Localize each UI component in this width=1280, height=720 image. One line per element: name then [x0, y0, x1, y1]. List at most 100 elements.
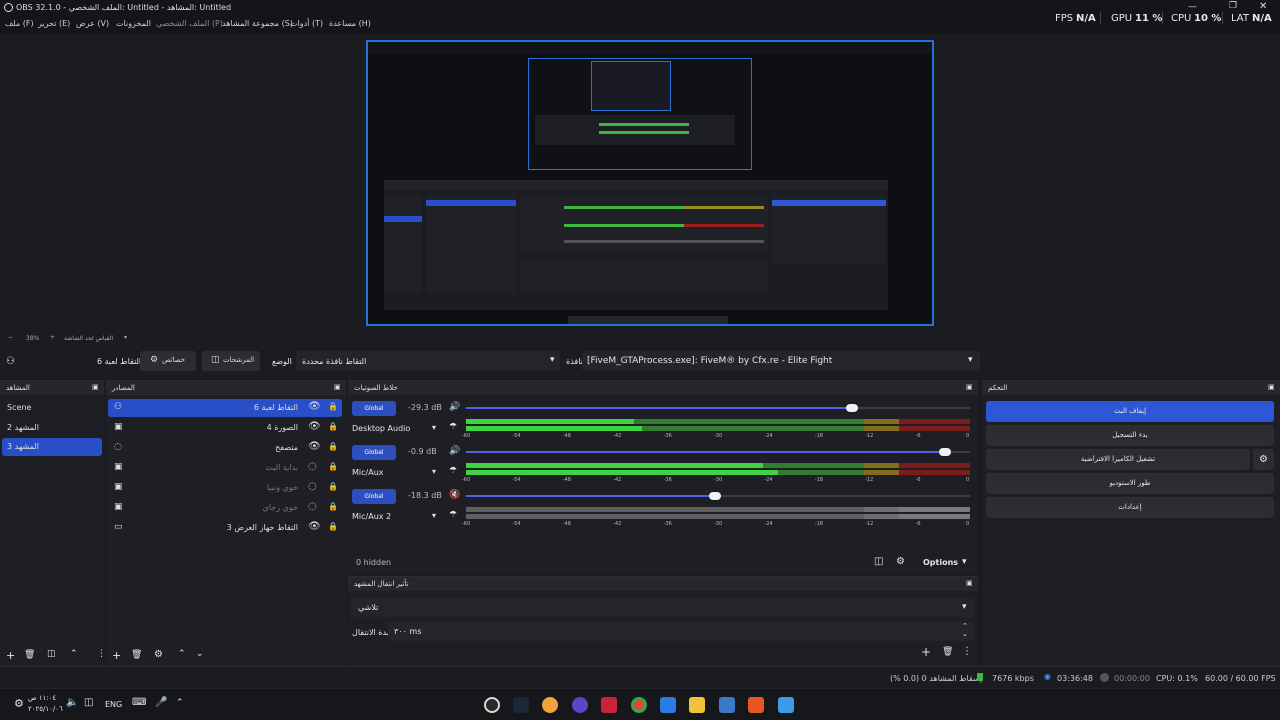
spin-down-icon[interactable]: ⌄ — [962, 630, 968, 638]
more-icon[interactable]: ⋮ — [962, 646, 972, 657]
source-item[interactable]: ◌ متصفح 👁 🔒 — [108, 439, 342, 457]
studio-mode-button[interactable]: طور الاستوديو — [986, 473, 1274, 494]
transition-select[interactable]: تلاشي ▾ — [350, 598, 974, 617]
preview-canvas[interactable] — [366, 40, 934, 326]
trash-icon[interactable]: 🗑 — [942, 647, 953, 657]
headphones-icon[interactable]: ☂ — [449, 466, 457, 476]
move-up-icon[interactable]: ⌃ — [178, 649, 186, 659]
menu-file[interactable]: ملف (F) — [5, 19, 34, 28]
eye-icon[interactable]: 👁 — [308, 441, 321, 452]
zoom-dropdown-icon[interactable]: ▾ — [124, 334, 127, 341]
gear-icon[interactable]: ⚙ — [1253, 449, 1274, 470]
lock-icon[interactable]: 🔒 — [328, 502, 338, 511]
add-icon[interactable]: + — [112, 649, 121, 662]
headphones-icon[interactable]: ☂ — [449, 422, 457, 432]
twitter-app-icon[interactable] — [601, 697, 617, 713]
settings-tray-icon[interactable]: ⚙ — [14, 697, 24, 710]
menu-profile[interactable]: الملف الشخصي (P) — [156, 19, 223, 28]
maximize-icon[interactable]: ❐ — [1229, 1, 1237, 11]
source-item[interactable]: ▭ التقاط جهاز العرض 3 👁 🔒 — [108, 519, 342, 537]
lock-icon[interactable]: 🔒 — [328, 422, 338, 431]
mode-select[interactable]: التقاط نافذة محددة ▾ — [296, 351, 560, 371]
source-item[interactable]: ▣ خوي رجاي ◌ 🔒 — [108, 499, 342, 517]
undock-icon[interactable]: ▣ — [334, 383, 341, 391]
menu-scene-collection[interactable]: مجموعة المشاهد (S) — [222, 19, 293, 28]
menu-view[interactable]: عرض (V) — [76, 19, 109, 28]
volume-slider-knob[interactable] — [846, 404, 859, 412]
layout-icon[interactable]: ◫ — [874, 556, 883, 567]
muted-speaker-icon[interactable]: 🔇 — [449, 490, 460, 500]
close-icon[interactable]: ✕ — [1259, 1, 1267, 12]
options-button[interactable]: Options — [923, 558, 958, 567]
speaker-icon[interactable]: 🔊 — [449, 402, 460, 412]
add-icon[interactable]: + — [6, 649, 15, 662]
language-indicator[interactable]: ENG — [105, 700, 122, 709]
menu-docks[interactable]: المخزونات — [116, 19, 151, 28]
lock-icon[interactable]: 🔒 — [328, 482, 338, 491]
scene-item[interactable]: Scene — [2, 399, 102, 417]
steam-app-icon[interactable] — [513, 697, 529, 713]
global-button[interactable]: Global — [352, 445, 396, 460]
volume-slider-knob[interactable] — [939, 448, 952, 456]
menu-tools[interactable]: أدوات (T) — [290, 19, 323, 28]
lock-icon[interactable]: 🔒 — [328, 442, 338, 451]
trash-icon[interactable]: 🗑 — [131, 650, 142, 660]
source-item[interactable]: ▣ الصورة 4 👁 🔒 — [108, 419, 342, 437]
lock-icon[interactable]: 🔒 — [328, 462, 338, 471]
source-item-selected[interactable]: ⚇ التقاط لعبة 6 👁 🔒 — [108, 399, 342, 417]
brave-app-icon[interactable] — [748, 697, 764, 713]
start-recording-button[interactable]: بدء التسجيل — [986, 425, 1274, 446]
lock-icon[interactable]: 🔒 — [328, 402, 338, 411]
menu-edit[interactable]: تحرير (E) — [38, 19, 70, 28]
scene-item-selected[interactable]: المشهد 3 — [2, 438, 102, 456]
move-up-icon[interactable]: ⌃ — [70, 649, 78, 659]
hidden-eye-icon[interactable]: ◌ — [308, 481, 317, 492]
minimize-icon[interactable]: — — [1188, 2, 1197, 12]
tray-expand-icon[interactable]: ⌃ — [176, 698, 184, 708]
source-item[interactable]: ▣ خوي ونبيا ◌ 🔒 — [108, 479, 342, 497]
eye-icon[interactable]: 👁 — [308, 401, 321, 412]
volume-icon[interactable]: 🔈 — [66, 697, 78, 708]
window-select[interactable]: [FiveM_GTAProcess.exe]: FiveM® by Cfx.re… — [582, 351, 980, 371]
chevron-down-icon[interactable]: ▾ — [432, 467, 436, 476]
settings-button[interactable]: إعدادات — [986, 497, 1274, 518]
chevron-down-icon[interactable]: ▾ — [432, 423, 436, 432]
add-icon[interactable]: + — [921, 645, 931, 659]
undock-icon[interactable]: ▣ — [966, 579, 973, 587]
gear-icon[interactable]: ⚙ — [154, 649, 163, 660]
chrome-app-icon[interactable] — [631, 697, 647, 713]
hidden-eye-icon[interactable]: ◌ — [308, 461, 317, 472]
lock-icon[interactable]: 🔒 — [328, 522, 338, 531]
filters-button[interactable]: ◫ المرشحات — [202, 351, 260, 371]
hidden-eye-icon[interactable]: ◌ — [308, 501, 317, 512]
filter-icon[interactable]: ◫ — [47, 649, 56, 659]
obs-app-icon[interactable] — [484, 697, 500, 713]
settings-icon[interactable]: ⚙ — [896, 556, 905, 567]
more-icon[interactable]: ⋮ — [97, 649, 106, 659]
explorer-app-icon[interactable] — [689, 697, 705, 713]
chat-app-icon[interactable] — [572, 697, 588, 713]
fivem-app-icon[interactable] — [542, 697, 558, 713]
zoom-in-icon[interactable]: + — [50, 334, 55, 341]
global-button[interactable]: Global — [352, 401, 396, 416]
zoom-out-icon[interactable]: − — [8, 334, 13, 341]
move-down-icon[interactable]: ⌄ — [196, 649, 204, 659]
headphones-icon[interactable]: ☂ — [449, 510, 457, 520]
scene-item[interactable]: المشهد 2 — [2, 419, 102, 437]
spin-up-icon[interactable]: ⌃ — [962, 622, 968, 630]
keyboard-icon[interactable]: ⌨ — [132, 697, 146, 708]
stop-stream-button[interactable]: إيقاف البث — [986, 401, 1274, 422]
undock-icon[interactable]: ▣ — [92, 383, 99, 391]
editor-app-icon[interactable] — [719, 697, 735, 713]
store-app-icon[interactable] — [660, 697, 676, 713]
eye-icon[interactable]: 👁 — [308, 421, 321, 432]
volume-slider-knob[interactable] — [709, 492, 722, 500]
properties-button[interactable]: ⚙ خصائص — [140, 351, 196, 371]
display-icon[interactable]: ◫ — [84, 697, 93, 708]
source-item[interactable]: ▣ بداية البث ◌ 🔒 — [108, 459, 342, 477]
chevron-down-icon[interactable]: ▾ — [432, 511, 436, 520]
microphone-icon[interactable]: 🎤 — [155, 697, 167, 708]
undock-icon[interactable]: ▣ — [1268, 383, 1275, 391]
windows-start-icon[interactable] — [778, 697, 794, 713]
duration-input[interactable]: ٣٠٠ ms ⌃ ⌄ — [388, 622, 974, 641]
